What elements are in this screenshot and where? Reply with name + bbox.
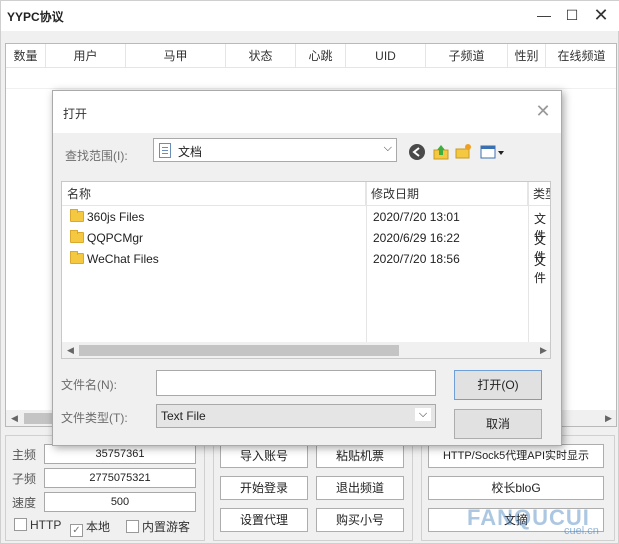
set-proxy-button[interactable]: 设置代理 xyxy=(220,508,308,532)
file-type: 文件 xyxy=(534,254,547,285)
file-modified: 2020/6/29 16:22 xyxy=(373,231,460,245)
grid-col-status[interactable]: 状态 xyxy=(226,44,296,68)
file-name: QQPCMgr xyxy=(70,230,144,245)
new-folder-icon[interactable] xyxy=(453,143,473,161)
title-bar[interactable]: YYPC协议 — ☐ ✕ xyxy=(1,1,619,31)
scroll-right-icon[interactable]: ▶ xyxy=(535,342,550,358)
column-name[interactable]: 名称 xyxy=(62,182,366,206)
grid-col-gender[interactable]: 性别 xyxy=(508,44,546,68)
checkbox-box[interactable] xyxy=(126,520,139,533)
folder-icon xyxy=(70,251,84,264)
file-name-text: WeChat Files xyxy=(87,252,159,266)
chevron-down-icon[interactable]: ⌵ xyxy=(415,408,431,421)
buy-accounts-button[interactable]: 购买小号 xyxy=(316,508,404,532)
blog-button[interactable]: 校长bloG xyxy=(428,476,604,500)
minimize-button[interactable]: — xyxy=(532,4,556,26)
http-sock5-display-button[interactable]: HTTP/Sock5代理API实时显示 xyxy=(428,444,604,468)
documents-icon xyxy=(159,143,171,158)
file-list[interactable]: 名称 修改日期 类型 360js Files 2020/7/20 13:01 文… xyxy=(61,181,551,359)
open-file-dialog: 打开 ✕ 查找范围(I): 文档 ⌵ 名称 修改日期 类型 360js File… xyxy=(52,90,562,446)
sub-channel-field[interactable]: 2775075321 xyxy=(44,468,196,488)
watermark-subtext: cuel.cn xyxy=(564,525,599,537)
up-folder-icon[interactable] xyxy=(431,143,451,161)
column-type[interactable]: 类型 xyxy=(528,182,550,206)
grid-header: 数量 用户 马甲 状态 心跳 UID 子频道 性别 在线频道 xyxy=(6,44,616,68)
column-modified[interactable]: 修改日期 xyxy=(366,182,528,206)
grid-col-uid[interactable]: UID xyxy=(346,44,426,68)
filename-input[interactable] xyxy=(156,370,436,396)
lookin-combo[interactable]: 文档 ⌵ xyxy=(153,138,397,162)
back-icon[interactable] xyxy=(407,143,427,161)
sub-channel-label: 子频 xyxy=(12,472,37,486)
scrollbar-thumb[interactable] xyxy=(79,345,399,356)
scroll-right-icon[interactable]: ▶ xyxy=(600,410,616,426)
app-title: YYPC协议 xyxy=(7,10,64,24)
main-channel-field[interactable]: 35757361 xyxy=(44,444,196,464)
grid-col-heartbeat[interactable]: 心跳 xyxy=(296,44,346,68)
main-channel-label: 主频 xyxy=(12,448,37,462)
local-checkbox[interactable]: ✓ 本地 xyxy=(70,518,110,537)
file-modified: 2020/7/20 13:01 xyxy=(373,210,460,224)
http-checkbox-label: HTTP xyxy=(30,518,62,532)
lookin-value: 文档 xyxy=(178,145,203,159)
paste-mic-button[interactable]: 粘贴机票 xyxy=(316,444,404,468)
view-menu-icon[interactable] xyxy=(479,143,507,161)
grid-col-subchannel[interactable]: 子频道 xyxy=(426,44,508,68)
close-button[interactable]: ✕ xyxy=(589,4,613,26)
filename-label: 文件名(N): xyxy=(61,378,117,392)
scroll-left-icon[interactable]: ◀ xyxy=(62,342,79,358)
guest-checkbox-label: 内置游客 xyxy=(142,520,191,534)
file-name: WeChat Files xyxy=(70,251,159,266)
actions-panel: 导入账号 粘贴机票 开始登录 退出频道 设置代理 购买小号 xyxy=(213,435,413,541)
filetype-select[interactable]: Text File ⌵ xyxy=(156,404,436,428)
dialog-title-bar[interactable]: 打开 ✕ xyxy=(53,91,561,133)
import-accounts-button[interactable]: 导入账号 xyxy=(220,444,308,468)
grid-col-user[interactable]: 用户 xyxy=(46,44,126,68)
checkbox-box[interactable] xyxy=(14,518,27,531)
file-row[interactable]: WeChat Files 2020/7/20 18:56 文件 xyxy=(62,250,550,285)
watermark-logo: FANQUCUI cuel.cn xyxy=(449,499,619,543)
open-button[interactable]: 打开(O) xyxy=(454,370,542,400)
guest-checkbox[interactable]: 内置游客 xyxy=(126,518,190,535)
dialog-close-icon[interactable]: ✕ xyxy=(533,101,553,121)
cancel-button[interactable]: 取消 xyxy=(454,409,542,439)
http-checkbox[interactable]: HTTP xyxy=(14,518,61,532)
folder-icon xyxy=(70,230,84,243)
file-name-text: QQPCMgr xyxy=(87,231,144,245)
scroll-left-icon[interactable]: ◀ xyxy=(6,410,23,426)
chevron-down-icon[interactable]: ⌵ xyxy=(384,142,392,155)
file-name-text: 360js Files xyxy=(87,210,145,224)
file-name: 360js Files xyxy=(70,209,145,224)
grid-col-count[interactable]: 数量 xyxy=(6,44,46,68)
speed-field[interactable]: 500 xyxy=(44,492,196,512)
folder-icon xyxy=(70,209,84,222)
filetype-value: Text File xyxy=(161,409,206,423)
maximize-button[interactable]: ☐ xyxy=(560,4,584,26)
info-panel: 主频 35757361 子频 2775075321 速度 500 HTTP ✓ 本… xyxy=(5,435,205,541)
checkmark-icon[interactable]: ✓ xyxy=(70,524,83,537)
file-list-horizontal-scrollbar[interactable]: ◀ ▶ xyxy=(62,342,550,358)
dialog-title: 打开 xyxy=(63,107,88,121)
speed-label: 速度 xyxy=(12,496,37,510)
start-login-button[interactable]: 开始登录 xyxy=(220,476,308,500)
file-row[interactable]: 360js Files 2020/7/20 13:01 文件 xyxy=(62,208,550,243)
lookin-label: 查找范围(I): xyxy=(65,149,128,163)
file-modified: 2020/7/20 18:56 xyxy=(373,252,460,266)
file-list-header: 名称 修改日期 类型 xyxy=(62,182,550,206)
local-checkbox-label: 本地 xyxy=(86,520,111,534)
file-row[interactable]: QQPCMgr 2020/6/29 16:22 文件 xyxy=(62,229,550,264)
grid-row-divider xyxy=(6,88,616,89)
exit-channel-button[interactable]: 退出频道 xyxy=(316,476,404,500)
grid-col-vest[interactable]: 马甲 xyxy=(126,44,226,68)
filetype-label: 文件类型(T): xyxy=(61,411,128,425)
grid-col-online-channel[interactable]: 在线频道 xyxy=(546,44,616,68)
